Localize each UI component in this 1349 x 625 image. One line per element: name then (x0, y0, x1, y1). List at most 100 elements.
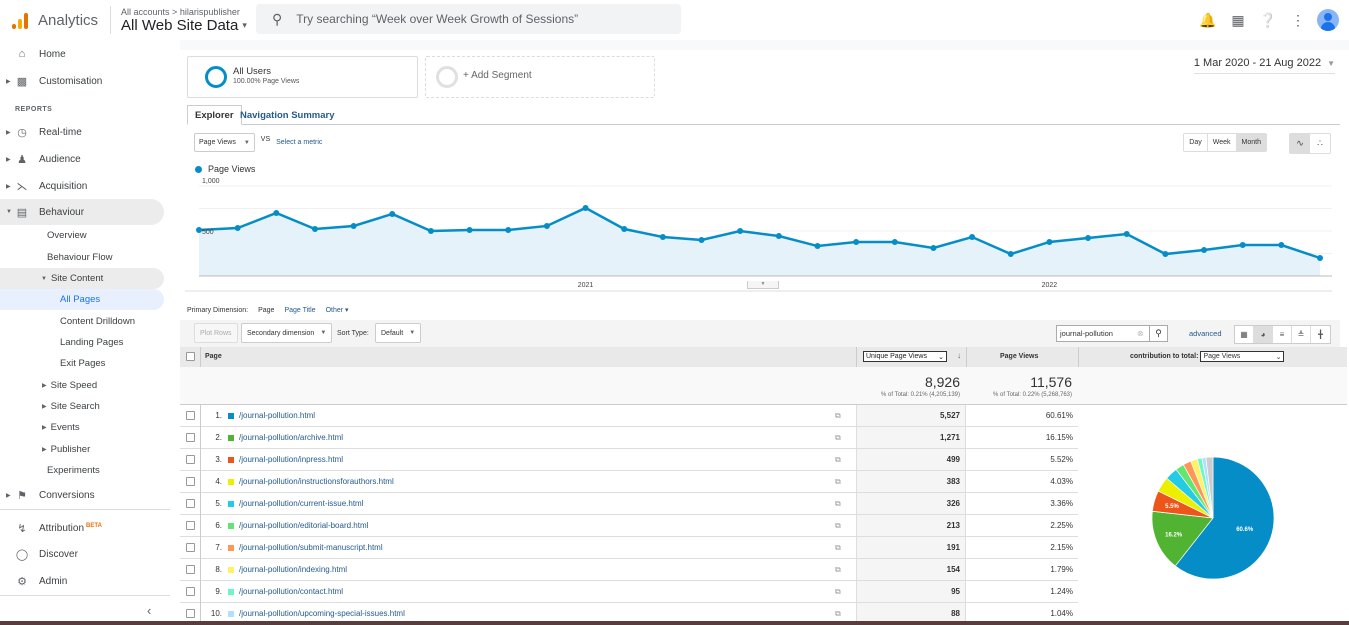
month-button[interactable]: Month (1236, 134, 1266, 151)
page-link[interactable]: /journal-pollution/upcoming-special-issu… (239, 609, 405, 618)
row-checkbox[interactable] (186, 411, 195, 420)
page-link[interactable]: /journal-pollution/inpress.html (239, 455, 343, 464)
date-range-picker[interactable]: 1 Mar 2020 - 21 Aug 2022 ▼ (1193, 57, 1335, 74)
bell-icon[interactable]: 🔔 (1193, 8, 1223, 32)
row-checkbox[interactable] (186, 521, 195, 530)
page-link[interactable]: /journal-pollution/submit-manuscript.htm… (239, 543, 383, 552)
term-cloud-view-icon[interactable]: ╋ (1311, 326, 1330, 343)
motion-chart-icon[interactable]: ∴ (1310, 134, 1330, 153)
expand-arrow-icon: ▶ (42, 447, 47, 453)
advanced-filter-link[interactable]: advanced (1189, 329, 1222, 338)
page-link[interactable]: /journal-pollution/current-issue.html (239, 499, 364, 508)
open-external-icon[interactable]: ⧉ (835, 455, 841, 465)
tab-navigation-summary[interactable]: Navigation Summary (233, 105, 342, 125)
sidebar-item-admin[interactable]: ⚙ Admin (0, 568, 164, 594)
open-external-icon[interactable]: ⧉ (835, 521, 841, 531)
page-link[interactable]: /journal-pollution/instructionsforauthor… (239, 477, 394, 486)
sidebar-item-audience[interactable]: ▶ ♟ Audience (0, 146, 164, 172)
sidebar-item-site-search[interactable]: ▶ Site Search (42, 396, 100, 417)
sidebar-item-experiments[interactable]: Experiments (47, 460, 100, 481)
column-header-page[interactable]: Page (205, 353, 222, 360)
percentage-view-icon[interactable]: ◕ (1254, 326, 1273, 343)
account-avatar[interactable] (1317, 9, 1339, 31)
filter-input[interactable]: journal-pollution (1057, 326, 1137, 341)
page-link[interactable]: /journal-pollution/contact.html (239, 587, 343, 596)
unique-page-views-cell: 326 (856, 493, 966, 514)
sidebar-item-realtime[interactable]: ▶ ◷ Real-time (0, 119, 164, 145)
secondary-dimension-select[interactable]: Secondary dimension ▼ (241, 323, 333, 343)
sidebar-item-behaviour[interactable]: ▼ ▤ Behaviour (0, 199, 164, 225)
analytics-logo-icon[interactable] (12, 11, 28, 29)
metric-select-value: Page Views (199, 139, 236, 146)
select-all-checkbox[interactable] (186, 352, 195, 361)
row-checkbox[interactable] (186, 433, 195, 442)
sidebar-item-acquisition[interactable]: ▶ ⋋ Acquisition (0, 173, 164, 199)
contribution-select[interactable]: Page Views ⌄ (1200, 351, 1285, 362)
search-input[interactable]: Try searching “Week over Week Growth of … (296, 12, 578, 26)
unique-page-views-select[interactable]: Unique Page Views ⌄ (863, 351, 947, 362)
data-table-view-icon[interactable]: ▦ (1235, 326, 1254, 343)
sort-desc-icon[interactable]: ↓ (957, 351, 961, 360)
select-metric-link[interactable]: Select a metric (276, 139, 322, 146)
segment-all-users[interactable]: All Users 100.00% Page Views (187, 56, 418, 98)
account-selector[interactable]: All accounts > hilarispublisher All Web … (121, 7, 247, 34)
metric-select[interactable]: Page Views ▼ (194, 133, 255, 152)
sidebar-item-home[interactable]: ⌂ Home (0, 41, 164, 67)
apps-icon[interactable]: ▦ (1223, 8, 1253, 32)
sidebar-item-behaviour-flow[interactable]: Behaviour Flow (47, 247, 112, 268)
sidebar-item-exit-pages[interactable]: Exit Pages (60, 353, 105, 374)
row-checkbox[interactable] (186, 543, 195, 552)
clear-icon[interactable]: ⊗ (1137, 326, 1149, 341)
search-box[interactable]: ⚲ Try searching “Week over Week Growth o… (256, 4, 681, 34)
week-button[interactable]: Week (1207, 134, 1237, 151)
sidebar-item-overview[interactable]: Overview (47, 225, 87, 246)
sort-type-value: Default (381, 329, 404, 337)
open-external-icon[interactable]: ⧉ (835, 587, 841, 597)
open-external-icon[interactable]: ⧉ (835, 411, 841, 421)
comparison-view-icon[interactable]: ≜ (1292, 326, 1311, 343)
sidebar-item-discover[interactable]: ◯ Discover (0, 541, 164, 567)
sidebar-item-landing-pages[interactable]: Landing Pages (60, 332, 123, 353)
day-button[interactable]: Day (1184, 134, 1208, 151)
page-link[interactable]: /journal-pollution/editorial-board.html (239, 521, 368, 530)
open-external-icon[interactable]: ⧉ (835, 477, 841, 487)
help-icon[interactable]: ❔ (1253, 8, 1283, 32)
column-divider (200, 537, 201, 559)
performance-view-icon[interactable]: ≡ (1273, 326, 1292, 343)
open-external-icon[interactable]: ⧉ (835, 543, 841, 553)
dimension-page-title-link[interactable]: Page Title (284, 307, 315, 314)
page-link[interactable]: /journal-pollution.html (239, 411, 315, 420)
sidebar-item-all-pages[interactable]: All Pages (0, 289, 164, 310)
open-external-icon[interactable]: ⧉ (835, 433, 841, 443)
sidebar-item-customisation[interactable]: ▶ ▩ Customisation (0, 68, 164, 94)
open-external-icon[interactable]: ⧉ (835, 499, 841, 509)
row-checkbox[interactable] (186, 609, 195, 618)
sidebar-item-site-content[interactable]: ▼ Site Content (0, 268, 164, 289)
row-checkbox[interactable] (186, 455, 195, 464)
column-header-page-views[interactable]: Page Views (1000, 353, 1038, 360)
row-checkbox[interactable] (186, 477, 195, 486)
sidebar-item-site-speed[interactable]: ▶ Site Speed (42, 375, 97, 396)
plot-rows-button[interactable]: Plot Rows (194, 323, 238, 343)
open-external-icon[interactable]: ⧉ (835, 609, 841, 619)
row-checkbox[interactable] (186, 565, 195, 574)
dimension-other-link[interactable]: Other ▾ (326, 306, 349, 314)
page-link[interactable]: /journal-pollution/indexing.html (239, 565, 347, 574)
open-external-icon[interactable]: ⧉ (835, 565, 841, 575)
sidebar-item-publisher[interactable]: ▶ Publisher (42, 439, 90, 460)
sidebar-item-attribution[interactable]: ↯ Attribution BETA (0, 515, 164, 541)
more-vert-icon[interactable]: ⋮ (1283, 8, 1313, 32)
sort-type-select[interactable]: Default ▼ (375, 323, 422, 343)
header-strip (180, 40, 1349, 50)
page-link[interactable]: /journal-pollution/archive.html (239, 433, 343, 442)
search-icon[interactable]: ⚲ (1149, 326, 1167, 341)
chart-collapse-handle[interactable]: ▼ (747, 281, 779, 289)
sidebar-item-conversions[interactable]: ▶ ⚑ Conversions (0, 482, 164, 508)
row-checkbox[interactable] (186, 499, 195, 508)
collapse-sidebar-icon[interactable]: ‹ (147, 603, 151, 618)
line-chart-icon[interactable]: ∿ (1290, 134, 1310, 153)
sidebar-item-content-drilldown[interactable]: Content Drilldown (60, 311, 135, 332)
row-checkbox[interactable] (186, 587, 195, 596)
add-segment-button[interactable]: + Add Segment (425, 56, 655, 98)
sidebar-item-events[interactable]: ▶ Events (42, 417, 80, 438)
